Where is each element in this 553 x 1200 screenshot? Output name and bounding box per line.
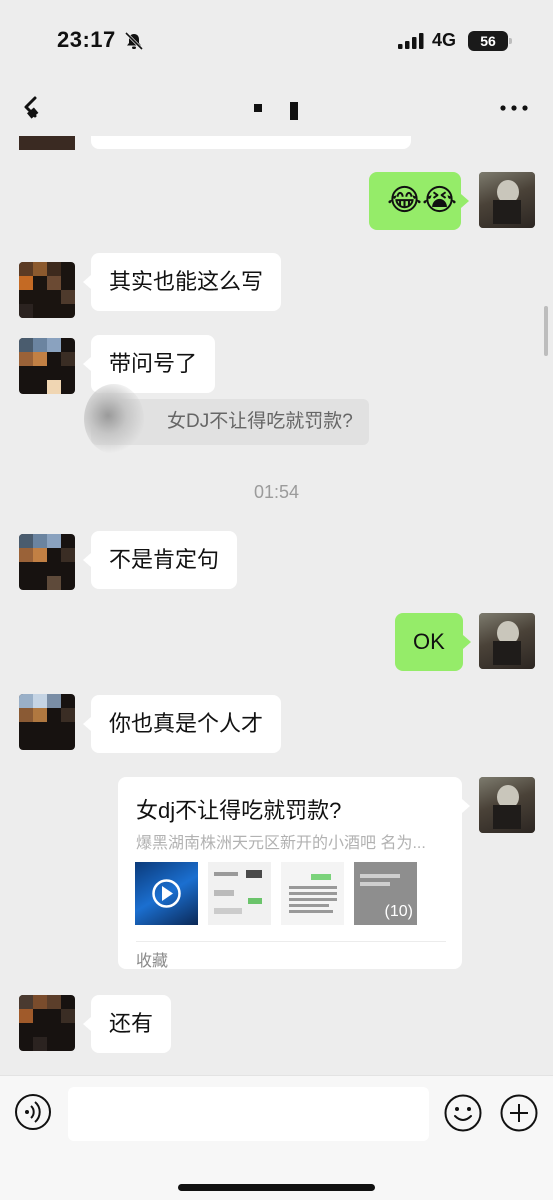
chat-title-redacted xyxy=(250,102,310,122)
redaction-block xyxy=(254,104,262,112)
card-description: 爆黑湖南株洲天元区新开的小酒吧 名为... xyxy=(136,835,426,852)
message-bubble-other[interactable]: 不是肯定句 xyxy=(82,531,238,589)
status-time: 23:17 xyxy=(57,27,116,52)
back-icon[interactable] xyxy=(16,92,46,122)
battery-icon: 56 xyxy=(468,31,512,51)
bell-muted-icon xyxy=(124,32,144,50)
avatar-self[interactable] xyxy=(479,777,535,833)
emoji-text: 😂😭 xyxy=(387,184,458,217)
timestamp: 01:54 xyxy=(253,482,300,502)
more-icon[interactable] xyxy=(498,94,530,122)
emoji-icon[interactable] xyxy=(443,1093,483,1133)
partial-bubble xyxy=(91,136,411,149)
card-title: 女dj不让得吃就罚款? xyxy=(136,798,342,823)
message-bubble-self[interactable]: 😂😭 xyxy=(369,172,469,230)
message-bubble-other[interactable]: 其实也能这么写 xyxy=(82,253,282,311)
message-bubble-self[interactable]: OK xyxy=(395,613,471,671)
shared-note-card[interactable]: 女dj不让得吃就罚款? 爆黑湖南株洲天元区新开的小酒吧 名为... (10) 收… xyxy=(118,777,470,970)
avatar-other[interactable] xyxy=(19,694,75,750)
avatar-other[interactable] xyxy=(19,534,75,590)
card-source: 收藏 xyxy=(136,953,169,970)
avatar-other[interactable] xyxy=(19,262,75,318)
signal-icon xyxy=(398,33,424,49)
card-thumbnail-video xyxy=(135,862,198,925)
card-thumbnail-more: (10) xyxy=(354,862,417,925)
voice-icon[interactable] xyxy=(14,1093,52,1131)
status-bar: 23:17 4G 56 xyxy=(0,0,553,80)
network-type: 4G xyxy=(432,30,457,50)
scrollbar[interactable] xyxy=(544,306,548,356)
card-divider xyxy=(136,941,446,942)
avatar-other[interactable] xyxy=(19,338,75,394)
quote-thumbnail xyxy=(84,384,144,454)
more-count: (10) xyxy=(384,903,413,920)
avatar-self[interactable] xyxy=(479,172,535,228)
message-bubble-other[interactable]: 还有 xyxy=(82,995,172,1053)
redaction-block xyxy=(290,102,298,120)
avatar-other[interactable] xyxy=(19,995,75,1051)
input-bar xyxy=(0,1075,553,1200)
avatar-self[interactable] xyxy=(479,613,535,669)
plus-icon[interactable] xyxy=(499,1093,539,1133)
card-thumbnail xyxy=(281,862,344,925)
card-thumbnail xyxy=(208,862,271,925)
play-icon xyxy=(152,879,181,908)
nav-bar xyxy=(0,80,553,136)
home-indicator xyxy=(178,1184,375,1191)
partial-avatar xyxy=(19,136,75,150)
message-input[interactable] xyxy=(68,1087,429,1141)
message-bubble-other[interactable]: 你也真是个人才 xyxy=(82,695,282,753)
